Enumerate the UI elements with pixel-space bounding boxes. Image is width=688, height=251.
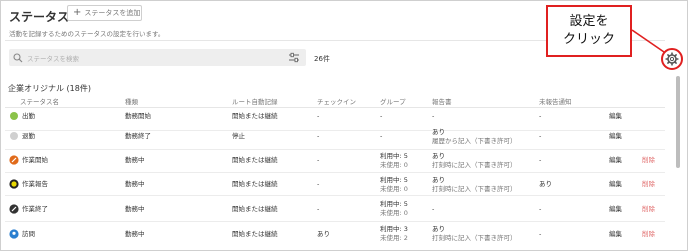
settings-button[interactable] (661, 48, 683, 70)
gear-icon (665, 52, 679, 66)
callout-line-1: 設定を (569, 14, 609, 29)
callout-line-2: クリック (562, 32, 615, 47)
annotation-callout: 設定を クリック (546, 5, 632, 57)
